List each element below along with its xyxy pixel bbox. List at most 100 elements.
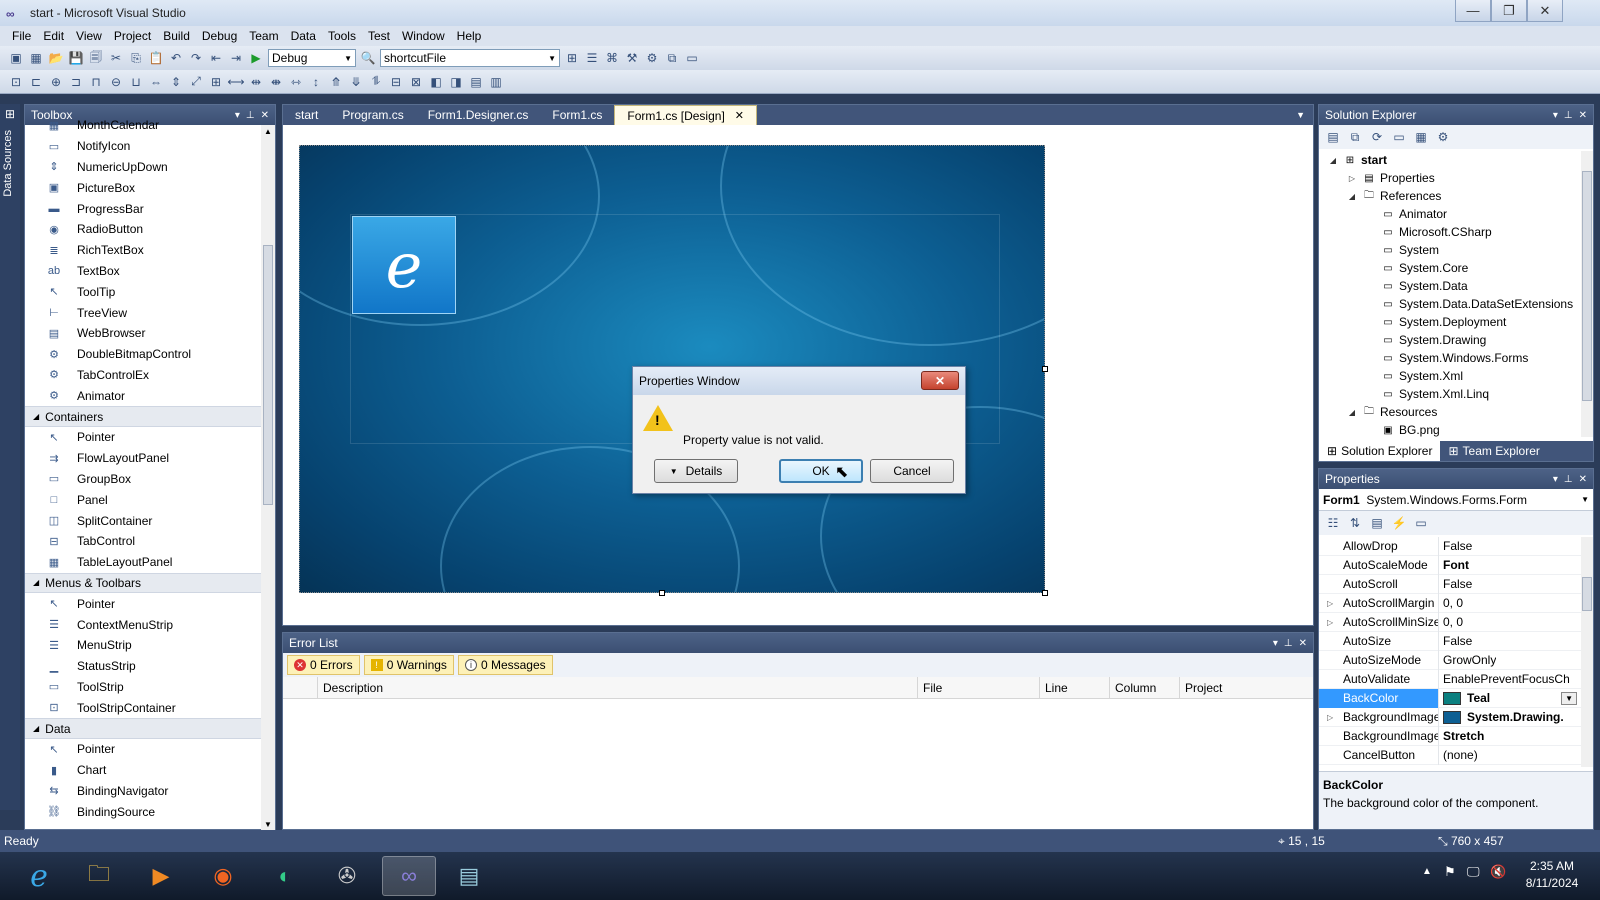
close-icon[interactable]: ✕ bbox=[1299, 638, 1307, 649]
data-sources-strip[interactable]: ⊞ Data Sources bbox=[0, 104, 20, 810]
toolbox-category[interactable]: ◢ Data bbox=[25, 718, 261, 739]
col-file[interactable]: File bbox=[917, 676, 1039, 699]
expander-icon[interactable]: ▷ bbox=[1327, 713, 1333, 722]
same-size-icon[interactable]: ⤢ bbox=[188, 74, 204, 90]
firefox-icon[interactable]: ◉ bbox=[196, 856, 250, 896]
align-bottom-icon[interactable]: ⊔ bbox=[128, 74, 144, 90]
center-vertical-icon[interactable]: ⊠ bbox=[408, 74, 424, 90]
messages-filter-button[interactable]: i0 Messages bbox=[457, 655, 553, 675]
menu-project[interactable]: Project bbox=[108, 29, 157, 43]
chevron-down-icon[interactable]: ▼ bbox=[1561, 691, 1577, 705]
solution-scrollbar[interactable] bbox=[1581, 151, 1593, 437]
cut-icon[interactable]: ✂ bbox=[108, 50, 124, 66]
decrease-vspace-icon[interactable]: ⤋ bbox=[348, 74, 364, 90]
toolbox-scrollbar[interactable]: ▲ ▼ bbox=[261, 125, 275, 831]
pin-icon[interactable]: ⊥ bbox=[1564, 474, 1573, 485]
property-row[interactable]: AllowDrop False bbox=[1319, 537, 1581, 556]
pin-icon[interactable]: ⊥ bbox=[1564, 110, 1573, 121]
align-top-icon[interactable]: ⊓ bbox=[88, 74, 104, 90]
open-file-icon[interactable]: 📂 bbox=[48, 50, 64, 66]
output-icon[interactable]: ▭ bbox=[684, 50, 700, 66]
tab-form1-design[interactable]: Form1.cs [Design] ✕ bbox=[614, 105, 757, 125]
add-item-icon[interactable]: ▦ bbox=[28, 50, 44, 66]
view-designer-icon[interactable]: ▦ bbox=[1413, 129, 1429, 145]
tree-node[interactable]: ▭ System.Data bbox=[1319, 277, 1581, 295]
expander-icon[interactable]: ◢ bbox=[1346, 192, 1358, 201]
extension-icon[interactable]: ⧉ bbox=[664, 50, 680, 66]
clock[interactable]: 2:35 AM 8/11/2024 bbox=[1512, 858, 1592, 892]
toolbox-item[interactable]: ▦ MonthCalendar bbox=[25, 115, 261, 136]
toolbox-item[interactable]: ⇉ FlowLayoutPanel bbox=[25, 448, 261, 469]
increase-hspace-icon[interactable]: ⇹ bbox=[248, 74, 264, 90]
center-horizontal-icon[interactable]: ⊟ bbox=[388, 74, 404, 90]
align-left-icon[interactable]: ⊏ bbox=[28, 74, 44, 90]
config-select[interactable]: Debug ▼ bbox=[268, 49, 356, 67]
dropdown-icon[interactable]: ▾ bbox=[1273, 638, 1278, 649]
tab-program-cs[interactable]: Program.cs bbox=[330, 105, 415, 125]
menu-debug[interactable]: Debug bbox=[196, 29, 243, 43]
undo-icon[interactable]: ↶ bbox=[168, 50, 184, 66]
tree-node[interactable]: ◢ ⊞ start bbox=[1319, 151, 1581, 169]
find-in-files-icon[interactable]: 🔍 bbox=[360, 50, 376, 66]
col-description[interactable]: Description bbox=[317, 676, 917, 699]
alphabetical-icon[interactable]: ⇅ bbox=[1347, 515, 1363, 531]
media-player-icon[interactable]: ▶ bbox=[134, 856, 188, 896]
align-grid-icon[interactable]: ⊡ bbox=[8, 74, 24, 90]
pin-icon[interactable]: ⊥ bbox=[1284, 638, 1293, 649]
expander-icon[interactable]: ◢ bbox=[1327, 156, 1339, 165]
copy-icon[interactable]: ⎘ bbox=[128, 50, 144, 66]
property-pages-icon[interactable]: ▭ bbox=[1413, 515, 1429, 531]
toolbox-item[interactable]: ⊢ TreeView bbox=[25, 302, 261, 323]
tab-form1-cs[interactable]: Form1.cs bbox=[540, 105, 614, 125]
expander-icon[interactable]: ▷ bbox=[1327, 618, 1333, 627]
toolbox-item[interactable]: ▮ Chart bbox=[25, 760, 261, 781]
property-value[interactable]: System.Drawing. bbox=[1439, 710, 1564, 724]
flag-icon[interactable]: ⚑ bbox=[1444, 864, 1456, 880]
expander-icon[interactable]: ◢ bbox=[1346, 408, 1358, 417]
toolbox-item[interactable]: ◫ SplitContainer bbox=[25, 510, 261, 531]
class-diagram-icon[interactable]: ⚙ bbox=[1435, 129, 1451, 145]
tree-node[interactable]: ▣ BG.png bbox=[1319, 421, 1581, 437]
property-value[interactable]: 0, 0 bbox=[1439, 615, 1463, 629]
toolbox-item[interactable]: ▁ StatusStrip bbox=[25, 656, 261, 677]
vertical-spacing-icon[interactable]: ↕ bbox=[308, 74, 324, 90]
toolbox-icon[interactable]: ⚒ bbox=[624, 50, 640, 66]
property-row[interactable]: AutoSize False bbox=[1319, 631, 1581, 651]
toolbox-category[interactable]: ◢ Containers bbox=[25, 406, 261, 427]
toolbox-category[interactable]: ◢ Menus & Toolbars bbox=[25, 572, 261, 594]
align-right-icon[interactable]: ⊐ bbox=[68, 74, 84, 90]
property-row[interactable]: CancelButton (none) bbox=[1319, 745, 1581, 765]
toolbox-item[interactable]: ▬ ProgressBar bbox=[25, 198, 261, 219]
property-value[interactable]: 0, 0 bbox=[1439, 596, 1463, 610]
tools-icon[interactable]: ⚙ bbox=[644, 50, 660, 66]
size-grid-icon[interactable]: ⊞ bbox=[208, 74, 224, 90]
close-icon[interactable]: ✕ bbox=[261, 110, 269, 121]
property-row[interactable]: BackColor Teal ▼ bbox=[1319, 688, 1581, 708]
property-row[interactable]: AutoScroll False bbox=[1319, 574, 1581, 594]
dropdown-icon[interactable]: ▾ bbox=[1553, 474, 1558, 485]
details-button[interactable]: ▼ Details bbox=[654, 459, 738, 483]
volume-muted-icon[interactable]: 🔇 bbox=[1490, 864, 1506, 880]
ok-button[interactable]: OK bbox=[779, 459, 863, 483]
expander-icon[interactable]: ▷ bbox=[1346, 174, 1358, 183]
property-row[interactable]: ▷ BackgroundImage System.Drawing. bbox=[1319, 707, 1581, 727]
toolbox-item[interactable]: ab TextBox bbox=[25, 261, 261, 282]
property-value[interactable]: EnablePreventFocusCh bbox=[1439, 672, 1570, 686]
toolbox-item[interactable]: □ Panel bbox=[25, 489, 261, 510]
minimize-button[interactable]: — bbox=[1455, 0, 1491, 22]
menu-view[interactable]: View bbox=[70, 29, 108, 43]
tree-node[interactable]: ▭ System bbox=[1319, 241, 1581, 259]
find-combo[interactable]: shortcutFile ▼ bbox=[380, 49, 560, 67]
property-value[interactable]: Font bbox=[1439, 558, 1469, 572]
horizontal-spacing-icon[interactable]: ⟷ bbox=[227, 74, 244, 90]
menu-file[interactable]: File bbox=[6, 29, 37, 43]
menu-window[interactable]: Window bbox=[396, 29, 451, 43]
toolbox-item[interactable]: ▭ NotifyIcon bbox=[25, 136, 261, 157]
menu-build[interactable]: Build bbox=[157, 29, 196, 43]
save-icon[interactable]: 💾 bbox=[68, 50, 84, 66]
toolbox-item[interactable]: ⊟ TabControl bbox=[25, 531, 261, 552]
property-value[interactable]: False bbox=[1439, 539, 1472, 553]
tree-node[interactable]: ▭ System.Deployment bbox=[1319, 313, 1581, 331]
decrease-hspace-icon[interactable]: ⇼ bbox=[268, 74, 284, 90]
toolbox-item[interactable]: ▦ TableLayoutPanel bbox=[25, 552, 261, 573]
